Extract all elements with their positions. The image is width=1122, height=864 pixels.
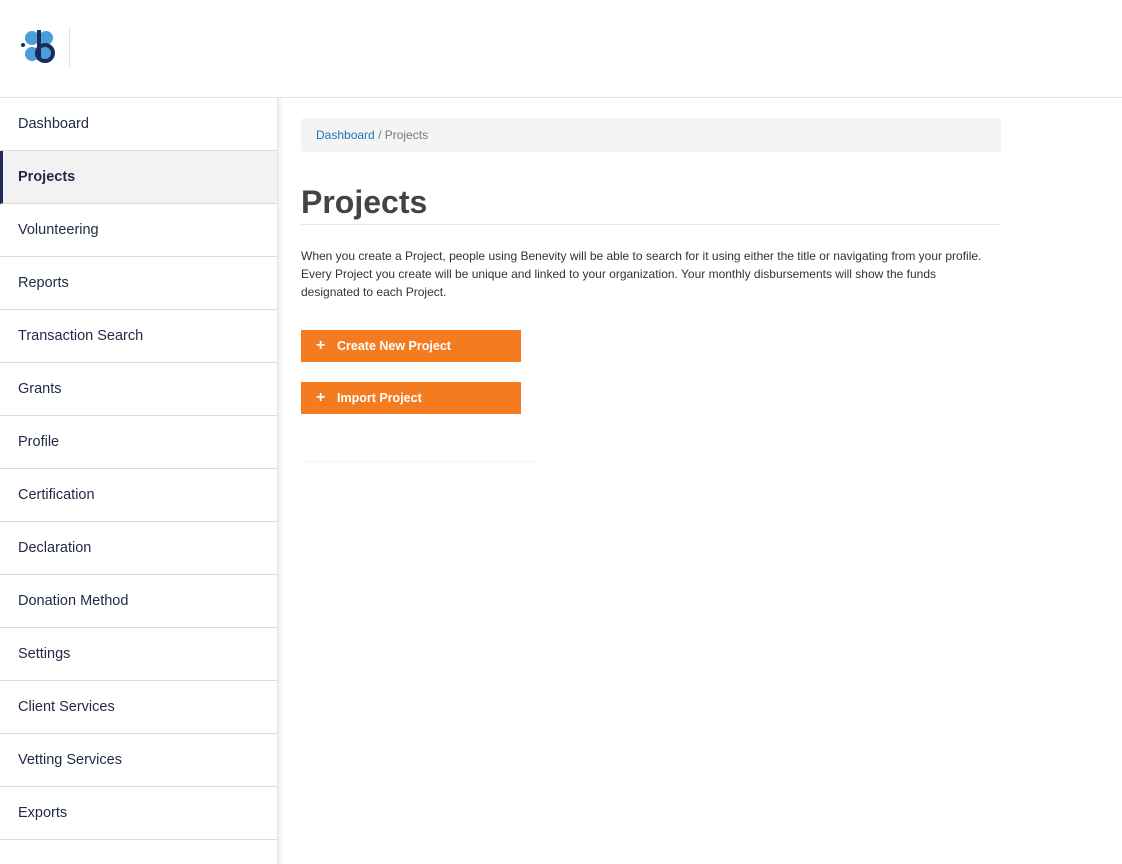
page-description: When you create a Project, people using … xyxy=(301,249,982,299)
sidebar-item-grants[interactable]: Grants xyxy=(0,363,277,416)
breadcrumb: Dashboard / Projects xyxy=(301,118,1001,152)
sidebar-item-transaction-search[interactable]: Transaction Search xyxy=(0,310,277,363)
benevity-logo-icon[interactable] xyxy=(20,28,60,68)
main-content: Dashboard / Projects Projects When you c… xyxy=(301,118,1001,462)
breadcrumb-current: Projects xyxy=(384,128,429,142)
sidebar-item-declaration[interactable]: Declaration xyxy=(0,522,277,575)
sidebar-item-vetting-services[interactable]: Vetting Services xyxy=(0,734,277,787)
sidebar-item-settings[interactable]: Settings xyxy=(0,628,277,681)
section-divider xyxy=(301,461,541,462)
sidebar-item-profile[interactable]: Profile xyxy=(0,416,277,469)
sidebar-nav: Dashboard Projects Volunteering Reports … xyxy=(0,98,278,864)
create-new-project-button[interactable]: + Create New Project xyxy=(301,330,521,362)
top-header xyxy=(0,0,1122,98)
plus-icon: + xyxy=(316,337,326,354)
sidebar-shadow xyxy=(278,98,284,864)
import-project-label: Import Project xyxy=(337,391,422,405)
create-new-project-label: Create New Project xyxy=(337,339,451,353)
page-title: Projects xyxy=(301,182,1001,225)
sidebar-item-dashboard[interactable]: Dashboard xyxy=(0,98,277,151)
sidebar-item-donation-method[interactable]: Donation Method xyxy=(0,575,277,628)
breadcrumb-dashboard-link[interactable]: Dashboard xyxy=(316,128,375,142)
sidebar-item-client-services[interactable]: Client Services xyxy=(0,681,277,734)
breadcrumb-separator: / xyxy=(378,128,382,142)
sidebar-item-volunteering[interactable]: Volunteering xyxy=(0,204,277,257)
sidebar-item-exports[interactable]: Exports xyxy=(0,787,277,840)
import-project-button[interactable]: + Import Project xyxy=(301,382,521,414)
header-divider xyxy=(69,27,70,67)
sidebar-item-projects[interactable]: Projects xyxy=(0,151,277,204)
sidebar-item-certification[interactable]: Certification xyxy=(0,469,277,522)
sidebar-item-reports[interactable]: Reports xyxy=(0,257,277,310)
plus-icon: + xyxy=(316,389,326,406)
